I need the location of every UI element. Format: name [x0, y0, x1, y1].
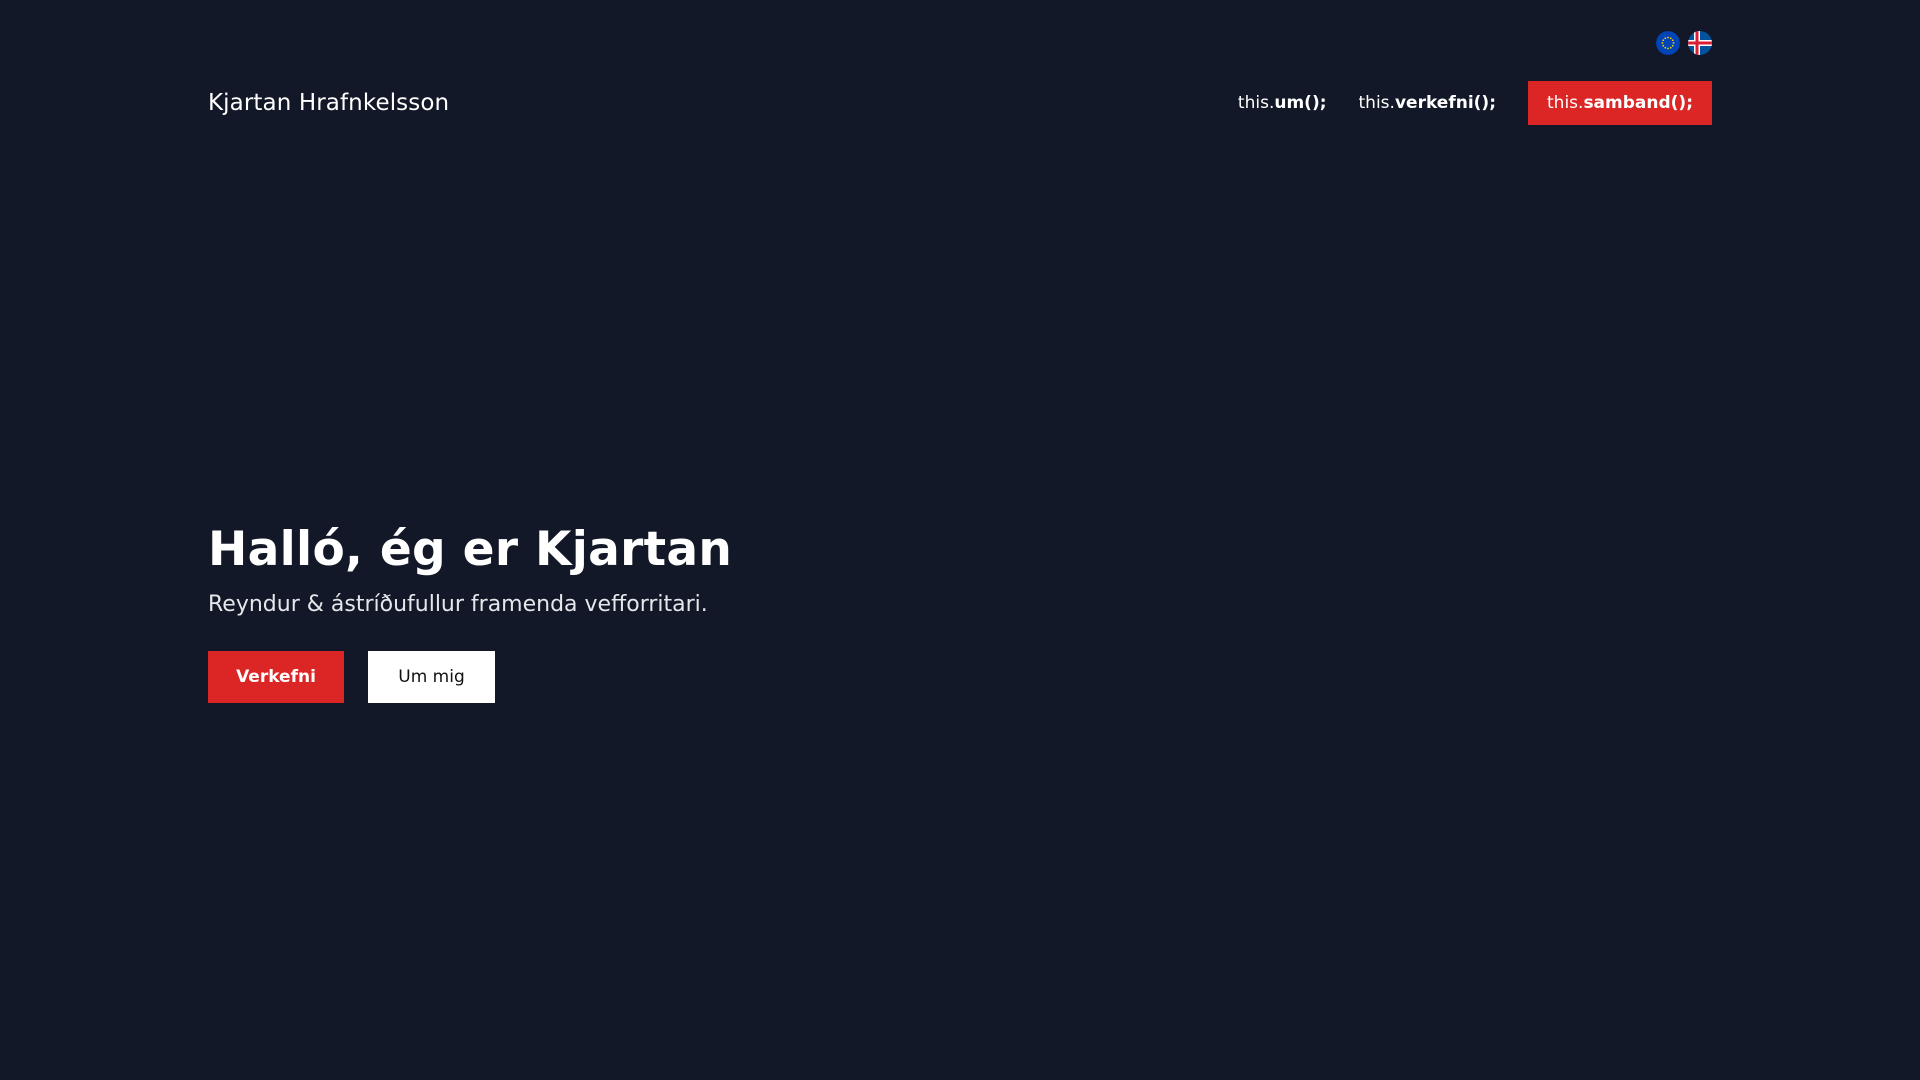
nav-link-prefix: this.	[1237, 93, 1275, 113]
nav-link-prefix: this.	[1547, 93, 1584, 113]
main-nav: this.um(); this.verkefni(); this. samband…	[1238, 81, 1712, 125]
site-brand[interactable]: Kjartan Hrafnkelsson	[208, 90, 449, 116]
nav-link-prefix: this.	[1358, 93, 1395, 113]
hero-section: Halló, ég er Kjartan Reyndur & ástríðufu…	[208, 520, 732, 703]
eu-flag-icon[interactable]	[1656, 31, 1680, 55]
nav-link-verkefni[interactable]: this.verkefni();	[1359, 93, 1496, 113]
nav-link-method: um();	[1274, 93, 1327, 113]
nav-link-um[interactable]: this.um();	[1238, 93, 1327, 113]
page: Kjartan Hrafnkelsson this.um(); this.ver…	[0, 0, 1920, 1080]
hero-title: Halló, ég er Kjartan	[208, 522, 733, 577]
iceland-flag-icon[interactable]	[1688, 31, 1712, 55]
language-switcher	[1656, 31, 1712, 55]
nav-link-method: verkefni();	[1394, 93, 1496, 113]
projects-button[interactable]: Verkefni	[208, 651, 344, 703]
hero-actions: Verkefni Um mig	[208, 651, 732, 703]
nav-link-method: samband();	[1583, 93, 1693, 113]
about-me-button[interactable]: Um mig	[368, 651, 495, 703]
nav-link-samband[interactable]: this. samband();	[1528, 81, 1712, 125]
site-header: Kjartan Hrafnkelsson this.um(); this.ver…	[208, 81, 1712, 125]
hero-subtitle: Reyndur & ástríðufullur framenda vefforr…	[208, 592, 708, 617]
